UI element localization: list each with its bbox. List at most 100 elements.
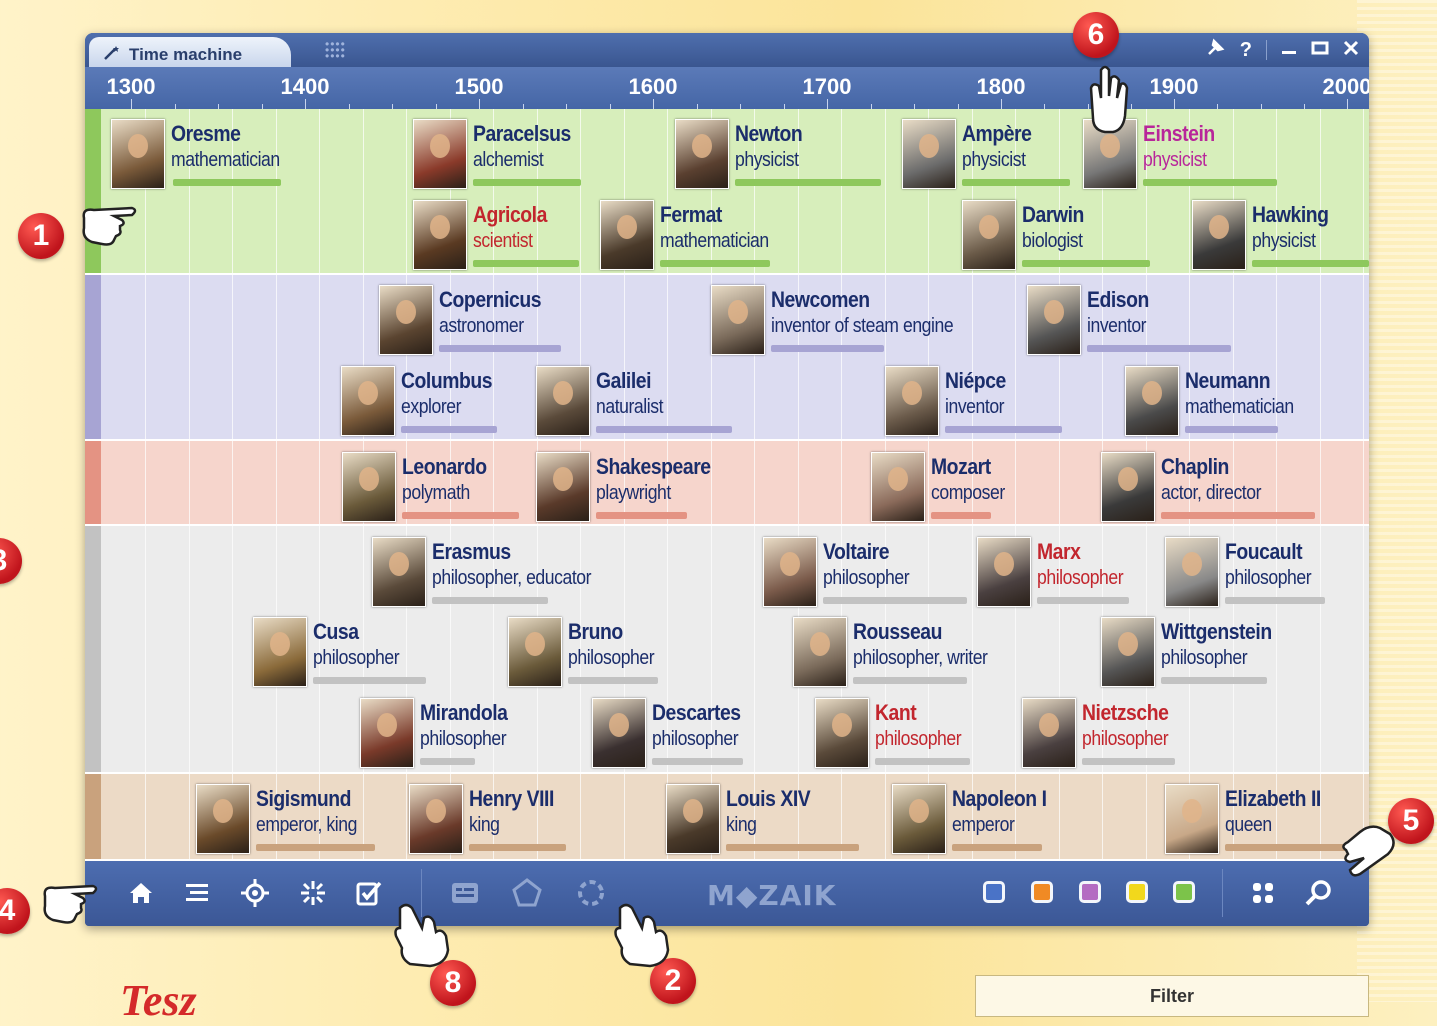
- color-filter-toggle[interactable]: [1079, 881, 1101, 903]
- person-card[interactable]: Newton physicist: [675, 119, 915, 189]
- lifespan-bar: [875, 758, 970, 765]
- pentagon-icon[interactable]: [509, 875, 545, 911]
- person-role: mathematician: [660, 230, 769, 252]
- color-filter-toggle[interactable]: [1126, 881, 1148, 903]
- person-role: inventor: [945, 396, 1005, 418]
- person-card[interactable]: Wittgenstein philosopher: [1101, 617, 1341, 687]
- window-tab[interactable]: Time machine: [89, 37, 291, 67]
- person-card[interactable]: Mirandola philosopher: [360, 698, 600, 768]
- lane-marker[interactable]: [85, 441, 101, 524]
- color-filter-toggle[interactable]: [983, 881, 1005, 903]
- portrait-image: [253, 617, 307, 687]
- color-filter-toggle[interactable]: [1031, 881, 1053, 903]
- person-card[interactable]: Hawking physicist: [1192, 200, 1369, 270]
- person-card[interactable]: Galilei naturalist: [536, 366, 776, 436]
- portrait-face: [994, 552, 1014, 576]
- portrait-face: [810, 632, 830, 656]
- portrait-face: [1182, 799, 1202, 823]
- portrait-face: [128, 134, 148, 158]
- year-tick: [827, 99, 828, 109]
- portrait-face: [1118, 632, 1138, 656]
- person-card[interactable]: Bruno philosopher: [508, 617, 748, 687]
- portrait-image: [413, 119, 467, 189]
- grid-line: [362, 109, 364, 273]
- portrait-image: [111, 119, 165, 189]
- target-icon[interactable]: [237, 875, 273, 911]
- person-role: emperor, king: [256, 814, 357, 836]
- person-card[interactable]: Foucault philosopher: [1165, 537, 1369, 607]
- person-name: Wittgenstein: [1161, 619, 1272, 644]
- person-card[interactable]: Edison inventor: [1027, 285, 1267, 355]
- grid-line: [1363, 441, 1364, 524]
- portrait-image: [1027, 285, 1081, 355]
- grid-line: [145, 441, 146, 524]
- home-icon[interactable]: [123, 875, 159, 911]
- person-card[interactable]: Paracelsus alchemist: [413, 119, 653, 189]
- lifespan-bar: [1161, 512, 1315, 519]
- person-card[interactable]: Erasmus philosopher, educator: [372, 537, 612, 607]
- person-card[interactable]: Sigismund emperor, king: [196, 784, 436, 854]
- lane-marker[interactable]: [85, 526, 101, 772]
- color-filter-toggle[interactable]: [1173, 881, 1195, 903]
- window-title: Time machine: [129, 45, 243, 64]
- portrait-face: [979, 215, 999, 239]
- year-tick: [653, 99, 654, 109]
- person-name: Voltaire: [823, 539, 890, 564]
- pointing-hand-icon: [614, 903, 670, 968]
- sparkle-icon[interactable]: [295, 875, 331, 911]
- portrait-image: [1165, 537, 1219, 607]
- portrait-face: [377, 713, 397, 737]
- year-label: 1300: [106, 74, 156, 99]
- portrait-face: [888, 467, 908, 491]
- person-card[interactable]: Chaplin actor, director: [1101, 452, 1341, 522]
- person-role: physicist: [962, 149, 1026, 171]
- lane-marker[interactable]: [85, 774, 101, 859]
- person-name: Agricola: [473, 202, 547, 227]
- person-card[interactable]: Rousseau philosopher, writer: [793, 617, 1033, 687]
- lane-marker[interactable]: [85, 275, 101, 439]
- person-card[interactable]: Kant philosopher: [815, 698, 1055, 768]
- portrait-image: [536, 366, 590, 436]
- pointing-hand-icon: [43, 884, 98, 924]
- minimize-icon[interactable]: [1281, 39, 1297, 62]
- person-role: philosopher: [420, 728, 507, 750]
- portrait-face: [692, 134, 712, 158]
- grid-line: [188, 526, 190, 772]
- person-card[interactable]: Niépce inventor: [885, 366, 1125, 436]
- person-card[interactable]: Neumann mathematician: [1125, 366, 1365, 436]
- person-card[interactable]: Newcomen inventor of steam engine: [711, 285, 954, 355]
- person-card[interactable]: Napoleon I emperor: [892, 784, 1132, 854]
- person-card[interactable]: Nietzsche philosopher: [1022, 698, 1262, 768]
- person-role: naturalist: [596, 396, 664, 418]
- lifespan-bar: [568, 677, 658, 684]
- grid-line: [319, 275, 320, 439]
- person-card[interactable]: Henry VIII king: [409, 784, 649, 854]
- year-label: 2000: [1322, 74, 1369, 99]
- help-icon[interactable]: ?: [1240, 39, 1252, 62]
- year-label: 1400: [280, 74, 330, 99]
- person-card[interactable]: Shakespeare playwright: [536, 452, 776, 522]
- grid-line: [319, 441, 320, 524]
- list-icon[interactable]: [179, 875, 215, 911]
- portrait-face: [780, 552, 800, 576]
- person-name: Niépce: [945, 368, 1006, 393]
- drag-grip-icon[interactable]: •••• •••• ••••: [325, 38, 346, 62]
- person-card[interactable]: Voltaire philosopher: [763, 537, 1003, 607]
- person-card[interactable]: Descartes philosopher: [592, 698, 832, 768]
- person-card[interactable]: Darwin biologist: [962, 200, 1202, 270]
- person-card[interactable]: Cusa philosopher: [253, 617, 493, 687]
- person-card[interactable]: Copernicus astronomer: [379, 285, 619, 355]
- lifespan-bar: [473, 260, 579, 267]
- person-card[interactable]: Louis XIV king: [666, 784, 906, 854]
- person-card[interactable]: Mozart composer: [871, 452, 1111, 522]
- portrait-face: [553, 381, 573, 405]
- close-icon[interactable]: [1343, 39, 1359, 62]
- grid-icon[interactable]: [1245, 875, 1281, 911]
- person-card[interactable]: Oresme mathematician: [111, 119, 351, 189]
- lifespan-bar: [596, 512, 687, 519]
- pin-icon[interactable]: [1206, 37, 1226, 63]
- person-card[interactable]: Fermat mathematician: [600, 200, 840, 270]
- person-role: playwright: [596, 482, 671, 504]
- person-role: philosopher: [313, 647, 400, 669]
- maximize-icon[interactable]: [1311, 39, 1329, 62]
